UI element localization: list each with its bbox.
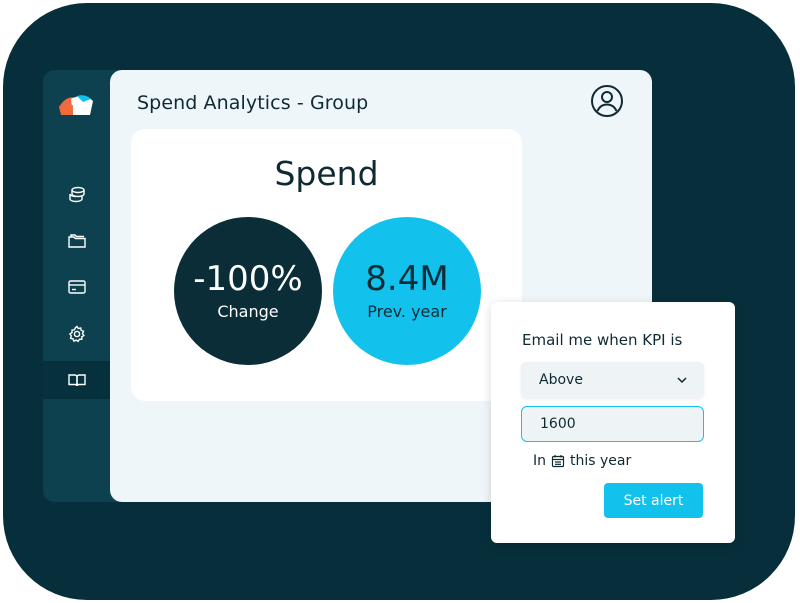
period-row: In this year bbox=[533, 453, 631, 469]
kpi-alert-popup: Email me when KPI is Above In this year bbox=[491, 302, 735, 543]
kpi-card-title: Spend bbox=[274, 154, 379, 193]
change-metric: -100% Change bbox=[174, 217, 322, 365]
change-value: -100% bbox=[193, 259, 303, 299]
book-icon bbox=[68, 374, 86, 387]
sidebar-item-billing[interactable] bbox=[43, 268, 111, 306]
prev-year-value: 8.4M bbox=[365, 259, 449, 299]
condition-select[interactable]: Above bbox=[521, 362, 704, 398]
sidebar-item-settings[interactable] bbox=[43, 315, 111, 353]
sidebar-item-reports[interactable] bbox=[43, 361, 111, 399]
change-label: Change bbox=[217, 302, 279, 321]
calendar-button[interactable] bbox=[551, 454, 565, 468]
sidebar-item-data[interactable] bbox=[43, 176, 111, 214]
prev-year-metric: 8.4M Prev. year bbox=[333, 217, 481, 365]
alert-title: Email me when KPI is bbox=[522, 331, 683, 349]
page-title: Spend Analytics - Group bbox=[137, 92, 369, 114]
threshold-input[interactable] bbox=[521, 406, 704, 442]
period-prefix: In bbox=[533, 453, 547, 469]
sidebar-item-files[interactable] bbox=[43, 222, 111, 260]
period-value[interactable]: this year bbox=[570, 453, 631, 469]
set-alert-button[interactable]: Set alert bbox=[604, 483, 703, 518]
prev-year-label: Prev. year bbox=[367, 302, 447, 321]
condition-value: Above bbox=[539, 372, 583, 388]
credit-card-icon bbox=[68, 280, 86, 294]
brand-logo[interactable] bbox=[57, 93, 95, 117]
folder-icon bbox=[68, 234, 86, 248]
stage: Spend Analytics - Group Spend -100% Chan… bbox=[0, 0, 800, 603]
kpi-card: Spend -100% Change 8.4M Prev. year bbox=[131, 129, 522, 401]
chevron-down-icon bbox=[677, 377, 687, 384]
calendar-icon bbox=[551, 455, 565, 468]
database-icon bbox=[69, 186, 85, 203]
user-circle-icon[interactable] bbox=[589, 83, 625, 119]
gear-icon bbox=[68, 325, 85, 343]
